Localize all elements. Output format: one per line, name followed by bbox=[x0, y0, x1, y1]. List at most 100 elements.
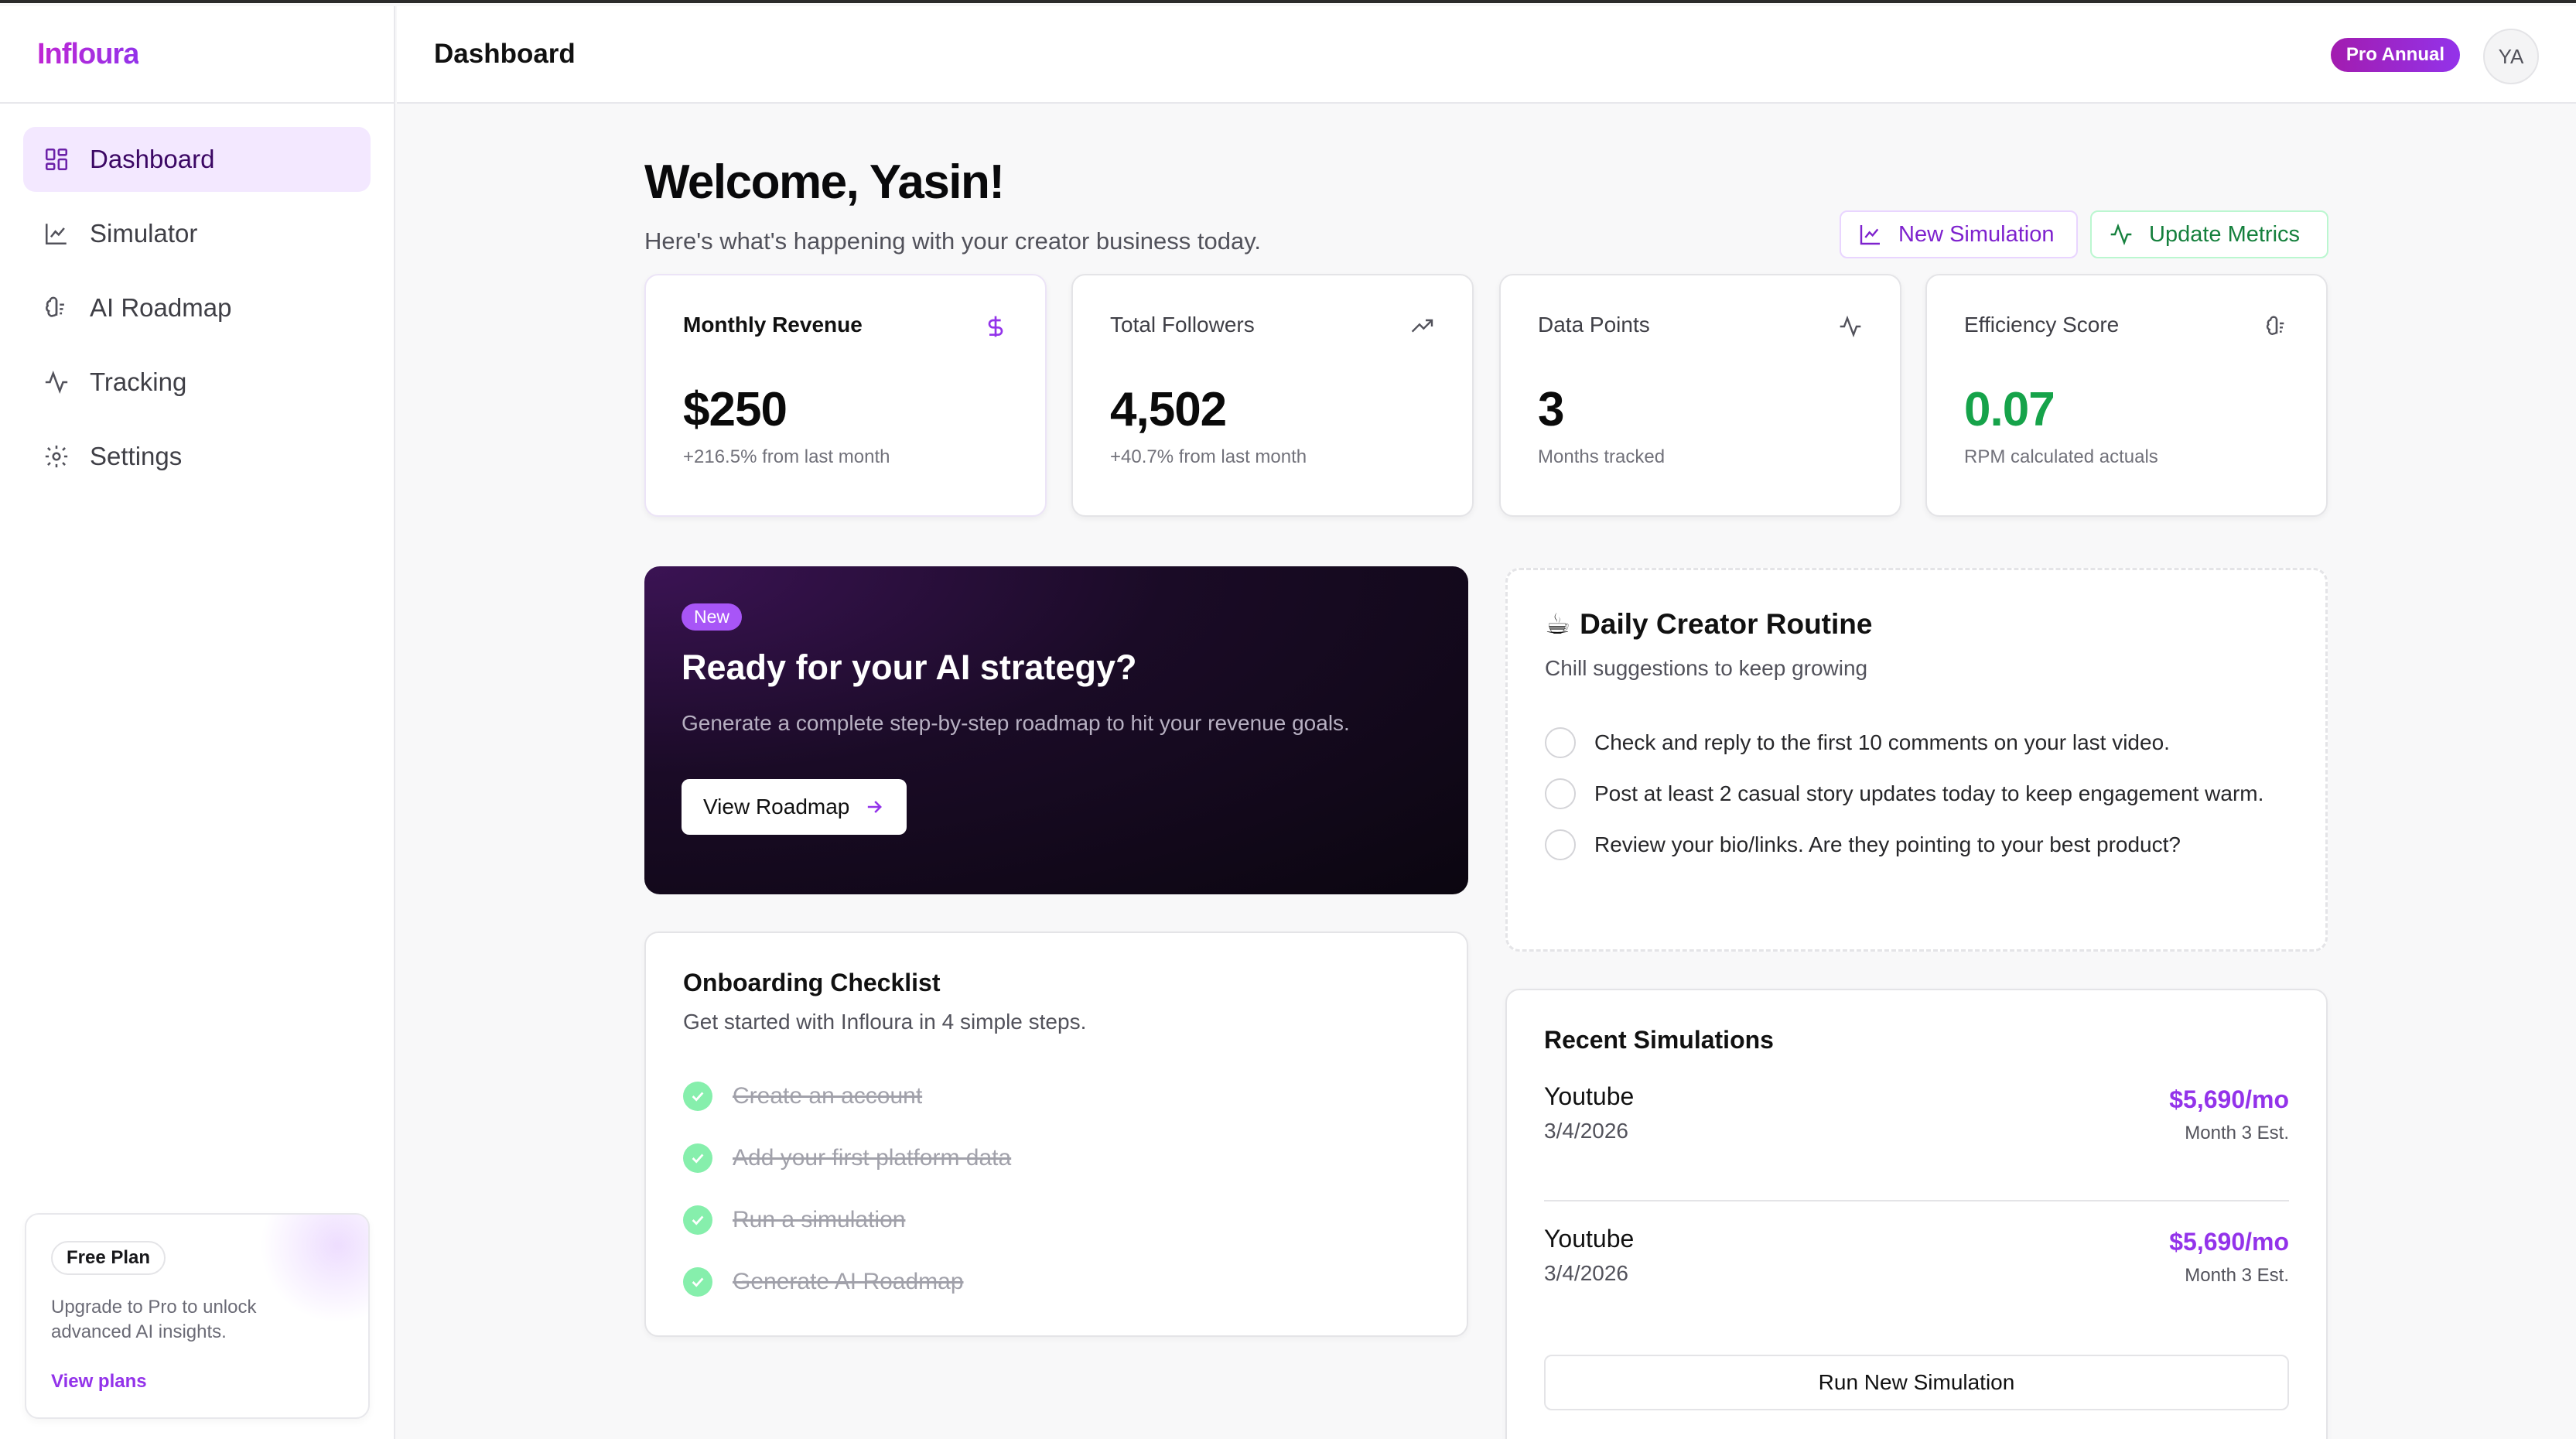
stat-label: Efficiency Score bbox=[1964, 313, 2120, 337]
sidebar-nav: Dashboard Simulator AI Roadmap Tracking … bbox=[0, 104, 394, 489]
new-simulation-button[interactable]: New Simulation bbox=[1840, 210, 2078, 258]
simulation-amount: $5,690/mo bbox=[2169, 1228, 2289, 1256]
ai-card-title: Ready for your AI strategy? bbox=[682, 648, 1137, 687]
stat-change: Months tracked bbox=[1538, 446, 1666, 467]
checklist-item-label: Generate AI Roadmap bbox=[733, 1269, 964, 1294]
stat-card-data-points: Data Points 3 Months tracked bbox=[1499, 274, 1901, 517]
run-new-simulation-button[interactable]: Run New Simulation bbox=[1544, 1355, 2289, 1410]
routine-item: Post at least 2 casual story updates tod… bbox=[1545, 778, 2288, 809]
sidebar-item-label: Settings bbox=[90, 442, 183, 470]
welcome-heading: Welcome, Yasin! bbox=[644, 156, 1005, 209]
routine-items: Check and reply to the first 10 comments… bbox=[1545, 727, 2288, 860]
ai-card-description: Generate a complete step-by-step roadmap… bbox=[682, 711, 1350, 735]
sidebar-item-tracking[interactable]: Tracking bbox=[23, 350, 371, 415]
checklist-item-label: Add your first platform data bbox=[733, 1145, 1012, 1171]
update-metrics-button[interactable]: Update Metrics bbox=[2090, 210, 2328, 258]
routine-checkbox[interactable] bbox=[1545, 778, 1576, 809]
activity-icon bbox=[2110, 223, 2132, 246]
view-plans-link[interactable]: View plans bbox=[51, 1371, 343, 1393]
routine-subtitle: Chill suggestions to keep growing bbox=[1545, 656, 1868, 680]
line-chart-icon bbox=[1860, 225, 1880, 245]
new-simulation-label: New Simulation bbox=[1898, 221, 2055, 247]
stat-label: Total Followers bbox=[1110, 313, 1255, 337]
simulation-row[interactable]: Youtube 3/4/2026 $5,690/mo Month 3 Est. bbox=[1544, 1082, 2289, 1201]
onboarding-checklist: Onboarding Checklist Get started with In… bbox=[644, 931, 1468, 1337]
logo-bar: Infloura bbox=[0, 6, 394, 104]
app-logo[interactable]: Infloura bbox=[37, 38, 139, 71]
checklist-item[interactable]: Run a simulation bbox=[683, 1189, 1430, 1251]
sidebar-item-settings[interactable]: Settings bbox=[23, 424, 371, 489]
top-bar: Dashboard Pro Annual YA bbox=[397, 6, 2576, 104]
routine-item-label: Review your bio/links. Are they pointing… bbox=[1594, 832, 2181, 856]
stat-value: $250 bbox=[683, 383, 787, 436]
plan-description: Upgrade to Pro to unlock advanced AI ins… bbox=[51, 1297, 257, 1342]
activity-icon bbox=[43, 369, 70, 395]
gear-icon bbox=[43, 443, 70, 470]
recent-simulations-title: Recent Simulations bbox=[1544, 1026, 1774, 1054]
checklist-subtitle: Get started with Infloura in 4 simple st… bbox=[683, 1010, 1087, 1034]
daily-routine-card: ☕ Daily Creator Routine Chill suggestions… bbox=[1505, 568, 2328, 952]
simulation-date: 3/4/2026 bbox=[1544, 1261, 1628, 1285]
plan-card: Free Plan Upgrade to Pro to unlock advan… bbox=[25, 1213, 370, 1419]
routine-checkbox[interactable] bbox=[1545, 829, 1576, 860]
view-roadmap-label: View Roadmap bbox=[703, 795, 850, 819]
stat-card-monthly-revenue: Monthly Revenue $250 +216.5% from last m… bbox=[644, 274, 1047, 517]
routine-title: ☕ Daily Creator Routine bbox=[1545, 607, 2288, 641]
checklist-title: Onboarding Checklist bbox=[683, 969, 941, 996]
plan-status-badge: Pro Annual bbox=[2330, 38, 2460, 72]
simulation-note: Month 3 Est. bbox=[2185, 1265, 2289, 1286]
simulation-row[interactable]: Youtube 3/4/2026 $5,690/mo Month 3 Est. bbox=[1544, 1201, 2289, 1318]
grid-icon bbox=[43, 146, 70, 173]
stat-change: +40.7% from last month bbox=[1110, 446, 1307, 467]
sidebar-item-simulator[interactable]: Simulator bbox=[23, 201, 371, 266]
sidebar-item-dashboard[interactable]: Dashboard bbox=[23, 127, 371, 192]
plan-badge: Free Plan bbox=[51, 1241, 166, 1275]
sidebar-item-label: AI Roadmap bbox=[90, 293, 232, 322]
routine-item: Check and reply to the first 10 comments… bbox=[1545, 727, 2288, 758]
checklist-item[interactable]: Add your first platform data bbox=[683, 1127, 1430, 1189]
page-title: Dashboard bbox=[434, 39, 576, 69]
update-metrics-label: Update Metrics bbox=[2149, 221, 2301, 247]
stat-value: 3 bbox=[1538, 383, 1564, 436]
trending-up-icon bbox=[1410, 314, 1435, 339]
line-chart-icon bbox=[43, 220, 70, 247]
new-badge: New bbox=[682, 603, 743, 631]
avatar[interactable]: YA bbox=[2483, 29, 2539, 84]
welcome-subtitle: Here's what's happening with your creato… bbox=[644, 227, 1262, 255]
activity-icon bbox=[1838, 314, 1863, 339]
sidebar-item-label: Tracking bbox=[90, 367, 187, 396]
stat-value: 0.07 bbox=[1964, 383, 2055, 436]
routine-checkbox[interactable] bbox=[1545, 727, 1576, 758]
check-circle-icon bbox=[683, 1205, 712, 1235]
routine-title-text: Daily Creator Routine bbox=[1580, 608, 1873, 640]
checklist-item[interactable]: Create an account bbox=[683, 1065, 1430, 1127]
sidebar-item-label: Simulator bbox=[90, 219, 198, 248]
view-roadmap-button[interactable]: View Roadmap bbox=[682, 779, 907, 835]
sidebar-item-ai-roadmap[interactable]: AI Roadmap bbox=[23, 275, 371, 340]
check-circle-icon bbox=[683, 1267, 712, 1297]
sidebar-item-label: Dashboard bbox=[90, 145, 215, 173]
brain-icon bbox=[43, 295, 70, 321]
routine-item-label: Check and reply to the first 10 comments… bbox=[1594, 730, 2170, 754]
recent-simulations-card: Recent Simulations Youtube 3/4/2026 $5,6… bbox=[1505, 989, 2328, 1439]
checklist-item[interactable]: Generate AI Roadmap bbox=[683, 1251, 1430, 1313]
simulation-note: Month 3 Est. bbox=[2185, 1123, 2289, 1143]
dollar-icon bbox=[983, 314, 1008, 339]
brain-icon bbox=[2264, 314, 2289, 339]
checklist-item-label: Create an account bbox=[733, 1083, 923, 1109]
stat-change: +216.5% from last month bbox=[683, 446, 890, 467]
stat-label: Data Points bbox=[1538, 313, 1650, 337]
stat-card-total-followers: Total Followers 4,502 +40.7% from last m… bbox=[1071, 274, 1474, 517]
simulation-amount: $5,690/mo bbox=[2169, 1085, 2289, 1113]
routine-item-label: Post at least 2 casual story updates tod… bbox=[1594, 781, 2264, 805]
stat-value: 4,502 bbox=[1110, 383, 1227, 436]
checklist-items: Create an account Add your first platfor… bbox=[683, 1065, 1430, 1313]
check-circle-icon bbox=[683, 1082, 712, 1111]
stat-change: RPM calculated actuals bbox=[1964, 446, 2158, 467]
ai-strategy-card: New Ready for your AI strategy? Generate… bbox=[644, 566, 1468, 894]
sidebar: Infloura Dashboard Simulator AI Roadmap … bbox=[0, 6, 395, 1439]
check-circle-icon bbox=[683, 1143, 712, 1173]
coffee-icon: ☕ bbox=[1545, 608, 1571, 640]
simulation-date: 3/4/2026 bbox=[1544, 1119, 1628, 1143]
routine-item: Review your bio/links. Are they pointing… bbox=[1545, 829, 2288, 860]
